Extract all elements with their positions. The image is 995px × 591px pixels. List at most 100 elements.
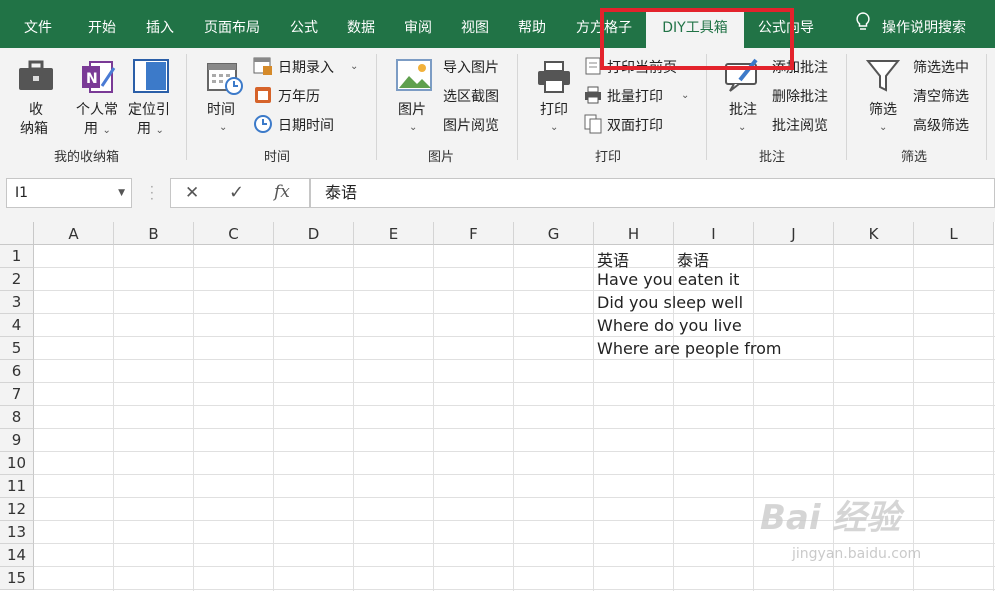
- grid-line: [273, 245, 274, 591]
- chevron-down-icon: ⌄: [102, 125, 111, 136]
- row-header-8[interactable]: 8: [0, 406, 34, 429]
- grid-line: [753, 245, 754, 591]
- watermark-logo: Bai 经验: [760, 498, 901, 538]
- print-button[interactable]: 打印: [540, 99, 568, 119]
- ribbon-tab-bar: 文件 开始 插入 页面布局 公式 数据 审阅 视图 帮助 方方格子 DIY工具箱…: [0, 0, 995, 48]
- tab-view[interactable]: 视图: [447, 0, 503, 48]
- formula-input[interactable]: 泰语: [310, 178, 995, 208]
- cancel-icon[interactable]: ✕: [185, 183, 199, 203]
- column-header-e[interactable]: E: [354, 222, 434, 245]
- picture-icon[interactable]: [395, 58, 433, 98]
- duplex-print-button[interactable]: 双面打印: [607, 115, 663, 135]
- column-header-d[interactable]: D: [274, 222, 354, 245]
- cell-h3[interactable]: Did you sleep well: [597, 293, 743, 312]
- batch-print-button[interactable]: 批量打印: [607, 86, 663, 106]
- calendar-clock-icon[interactable]: [206, 60, 244, 100]
- cell-i1[interactable]: 泰语: [677, 247, 709, 271]
- tab-help[interactable]: 帮助: [504, 0, 560, 48]
- print-current-page-button[interactable]: 打印当前页: [607, 57, 677, 77]
- select-all-corner[interactable]: [0, 222, 34, 245]
- column-header-f[interactable]: F: [434, 222, 514, 245]
- comment-icon[interactable]: [722, 56, 762, 98]
- date-time-button[interactable]: 日期时间: [278, 115, 334, 135]
- cell-h4[interactable]: Where do you live: [597, 316, 742, 335]
- tell-me-search[interactable]: 操作说明搜索: [846, 0, 976, 48]
- row-header-6[interactable]: 6: [0, 360, 34, 383]
- clear-filter-button[interactable]: 清空筛选: [913, 86, 969, 106]
- tab-fangfang[interactable]: 方方格子: [566, 0, 642, 48]
- column-header-b[interactable]: B: [114, 222, 194, 245]
- cell-h2[interactable]: Have you eaten it: [597, 270, 739, 289]
- filter-icon[interactable]: [865, 58, 901, 98]
- filter-selected-button[interactable]: 筛选选中: [913, 57, 969, 77]
- row-header-15[interactable]: 15: [0, 567, 34, 590]
- locate-label[interactable]: 定位引: [128, 99, 170, 119]
- row-header-13[interactable]: 13: [0, 521, 34, 544]
- chevron-down-icon[interactable]: ▼: [118, 179, 125, 207]
- row-header-3[interactable]: 3: [0, 291, 34, 314]
- printer-icon[interactable]: [536, 60, 572, 98]
- row-header-12[interactable]: 12: [0, 498, 34, 521]
- grid-line: [34, 428, 995, 429]
- column-header-k[interactable]: K: [834, 222, 914, 245]
- column-header-h[interactable]: H: [594, 222, 674, 245]
- tab-home[interactable]: 开始: [74, 0, 130, 48]
- comment-button[interactable]: 批注: [729, 99, 757, 119]
- tab-formula-wizard[interactable]: 公式向导: [748, 0, 824, 48]
- toolbox-icon[interactable]: [16, 58, 56, 98]
- picture-button[interactable]: 图片: [398, 99, 426, 119]
- row-header-1[interactable]: 1: [0, 245, 34, 268]
- delete-comment-button[interactable]: 删除批注: [772, 86, 828, 106]
- tab-file[interactable]: 文件: [12, 0, 64, 48]
- grid-line: [513, 245, 514, 591]
- grid-line: [593, 245, 594, 591]
- divider: [846, 54, 847, 160]
- view-comments-button[interactable]: 批注阅览: [772, 115, 828, 135]
- date-entry-button[interactable]: 日期录入: [278, 57, 334, 77]
- name-box[interactable]: I1 ▼: [6, 178, 132, 208]
- import-picture-button[interactable]: 导入图片: [443, 57, 499, 77]
- picture-viewer-button[interactable]: 图片阅览: [443, 115, 499, 135]
- tab-diy-toolbox[interactable]: DIY工具箱: [646, 8, 744, 48]
- column-header-i[interactable]: I: [674, 222, 754, 245]
- tab-data[interactable]: 数据: [333, 0, 389, 48]
- row-header-10[interactable]: 10: [0, 452, 34, 475]
- drag-handle[interactable]: · · ·: [150, 181, 154, 205]
- insert-function-icon[interactable]: fx: [274, 182, 290, 202]
- tab-formulas[interactable]: 公式: [276, 0, 332, 48]
- tab-review[interactable]: 审阅: [390, 0, 446, 48]
- tab-insert[interactable]: 插入: [132, 0, 188, 48]
- column-header-j[interactable]: J: [754, 222, 834, 245]
- cell-h1[interactable]: 英语: [597, 247, 629, 271]
- personal-label[interactable]: 个人常: [76, 99, 118, 119]
- time-button[interactable]: 时间: [207, 99, 235, 119]
- svg-text:N: N: [86, 71, 98, 87]
- nawang-label: 纳箱: [20, 121, 48, 137]
- cell-h5[interactable]: Where are people from: [597, 339, 781, 358]
- row-header-4[interactable]: 4: [0, 314, 34, 337]
- onenote-icon[interactable]: N: [80, 58, 118, 100]
- group-label-time: 时间: [264, 150, 291, 165]
- row-header-7[interactable]: 7: [0, 383, 34, 406]
- row-header-11[interactable]: 11: [0, 475, 34, 498]
- row-header-14[interactable]: 14: [0, 544, 34, 567]
- group-label-filter: 筛选: [901, 150, 928, 165]
- add-comment-button[interactable]: 添加批注: [772, 57, 828, 77]
- enter-icon[interactable]: ✓: [229, 182, 244, 203]
- grid-line: [193, 245, 194, 591]
- filter-button[interactable]: 筛选: [869, 99, 897, 119]
- row-header-5[interactable]: 5: [0, 337, 34, 360]
- divider: [706, 54, 707, 160]
- row-header-9[interactable]: 9: [0, 429, 34, 452]
- locate-icon[interactable]: [132, 58, 170, 98]
- column-header-l[interactable]: L: [914, 222, 994, 245]
- tab-page-layout[interactable]: 页面布局: [194, 0, 270, 48]
- region-screenshot-button[interactable]: 选区截图: [443, 86, 499, 106]
- column-header-c[interactable]: C: [194, 222, 274, 245]
- clock-icon: [253, 114, 273, 138]
- column-header-a[interactable]: A: [34, 222, 114, 245]
- perpetual-calendar-button[interactable]: 万年历: [278, 86, 320, 106]
- row-header-2[interactable]: 2: [0, 268, 34, 291]
- advanced-filter-button[interactable]: 高级筛选: [913, 115, 969, 135]
- column-header-g[interactable]: G: [514, 222, 594, 245]
